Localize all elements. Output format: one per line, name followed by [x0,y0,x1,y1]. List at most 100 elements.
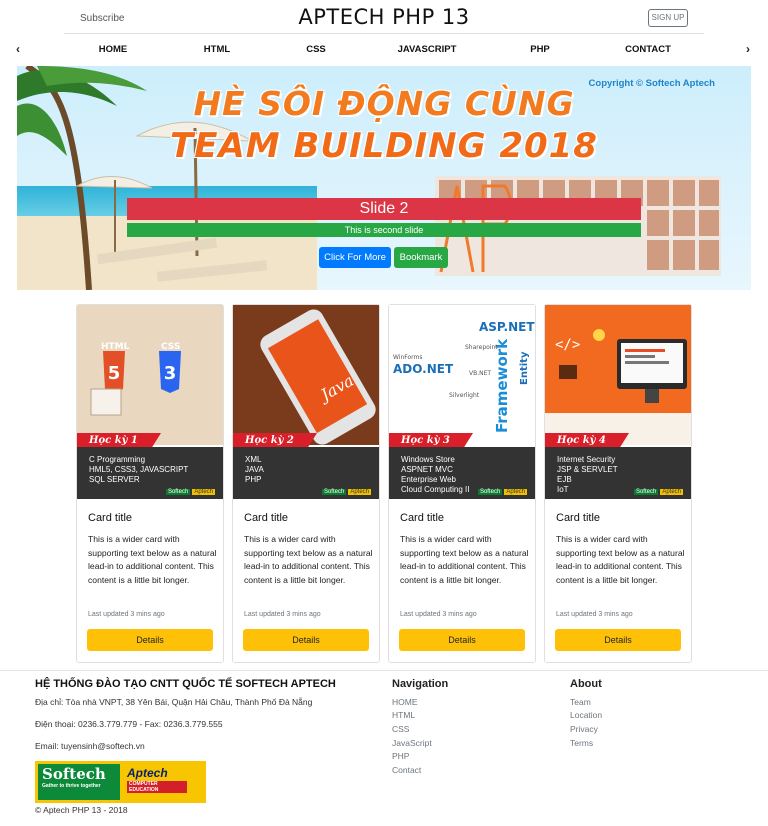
subject-item: Cloud Computing II [401,485,470,494]
footer-divider [0,670,768,671]
details-button[interactable]: Details [87,629,213,651]
java-phone-illustration: Java [233,305,379,445]
course-card-image: 5 3 HTML CSS Học kỳ 1 C Programming HML5… [77,305,223,499]
nav-scroll-right-icon[interactable]: › [746,42,750,56]
footer-link-css[interactable]: CSS [392,724,409,734]
subject-item: IoT [557,485,569,494]
nav-scroll-left-icon[interactable]: ‹ [16,42,20,56]
svg-text:Sharepoint: Sharepoint [465,344,498,351]
footer-link-team[interactable]: Team [570,697,591,707]
svg-text:VB.NET: VB.NET [469,370,491,377]
card-logos: Softech Aptech [477,489,527,495]
subjects-panel: XML JAVA PHP Softech Aptech [233,447,379,499]
nav-item-javascript[interactable]: JAVASCRIPT [398,44,457,55]
course-card-image: ASP.NET ADO.NET Framework Entity WinForm… [389,305,535,499]
subject-item: Internet Security [557,455,616,464]
footer-address: Địa chỉ: Tòa nhà VNPT, 38 Yên Bái, Quận … [35,697,313,707]
subject-item: JAVA [245,465,264,474]
course-card-1: 5 3 HTML CSS Học kỳ 1 C Programming HML5… [76,304,224,663]
hero-carousel[interactable]: Copyright © Softech Aptech HÈ SÔI ĐỘNG C… [17,66,751,290]
svg-text:5: 5 [108,363,121,384]
softech-aptech-logo: Softech Gather to thrive together Aptech C… [35,761,206,803]
subjects-panel: Windows Store ASPNET MVC Enterprise Web … [389,447,535,499]
bookmark-button[interactable]: Bookmark [394,247,448,268]
footer-navigation-title: Navigation [392,678,449,690]
card-text: This is a wider card with supporting tex… [88,534,217,585]
footer-link-contact[interactable]: Contact [392,765,421,775]
nav-item-php[interactable]: PHP [530,44,550,55]
subject-item: JSP & SERVLET [557,465,618,474]
html-css-illustration: 5 3 HTML CSS [77,305,223,445]
subject-item: XML [245,455,262,464]
footer-link-html[interactable]: HTML [392,710,415,720]
details-button[interactable]: Details [555,629,681,651]
card-updated: Last updated 3 mins ago [88,611,165,618]
top-header: Subscribe APTECH PHP 13 SIGN UP [64,0,704,34]
svg-text:3: 3 [164,363,177,384]
svg-text:ADO.NET: ADO.NET [393,362,454,376]
card-logos: Softech Aptech [321,489,371,495]
footer-link-terms[interactable]: Terms [570,738,593,748]
nav-item-html[interactable]: HTML [204,44,230,55]
card-title: Card title [88,512,133,524]
details-button[interactable]: Details [399,629,525,651]
card-title: Card title [244,512,289,524]
subject-item: ASPNET MVC [401,465,453,474]
nav-item-contact[interactable]: CONTACT [625,44,671,55]
card-title: Card title [400,512,445,524]
subject-item: C Programming [89,455,146,464]
svg-text:Entity: Entity [519,351,530,385]
course-card-2: Java Học kỳ 2 XML JAVA PHP Softech Aptech… [232,304,380,663]
dotnet-wordcloud-illustration: ASP.NET ADO.NET Framework Entity WinForm… [389,305,535,445]
footer-copyright: © Aptech PHP 13 - 2018 [35,805,128,815]
card-updated: Last updated 3 mins ago [400,611,477,618]
card-updated: Last updated 3 mins ago [556,611,633,618]
footer-about-title: About [570,678,602,690]
hero-title-line-1: HÈ SÔI ĐỘNG CÙNG [193,84,575,123]
subject-item: Enterprise Web [401,475,456,484]
subjects-panel: Internet Security JSP & SERVLET EJB IoT … [545,447,691,499]
subject-item: SQL SERVER [89,475,140,484]
code-glyph: </> [555,337,580,353]
svg-text:Framework: Framework [493,338,511,433]
subject-item: HML5, CSS3, JAVASCRIPT [89,465,189,474]
sign-up-button[interactable]: SIGN UP [648,9,688,27]
svg-text:WinForms: WinForms [393,354,423,361]
footer-link-privacy[interactable]: Privacy [570,724,598,734]
subject-item: PHP [245,475,262,484]
footer-phone: Điện thoại: 0236.3.779.779 - Fax: 0236.3… [35,719,223,729]
course-card-3: ASP.NET ADO.NET Framework Entity WinForm… [388,304,536,663]
card-updated: Last updated 3 mins ago [244,611,321,618]
slide-caption-title: Slide 2 [127,198,641,220]
card-logos: Softech Aptech [633,489,683,495]
card-logos: Softech Aptech [165,489,215,495]
footer-email: Email: tuyensinh@softech.vn [35,741,145,751]
footer-link-home[interactable]: HOME [392,697,418,707]
svg-text:ASP.NET: ASP.NET [479,320,535,334]
nav-item-css[interactable]: CSS [306,44,326,55]
course-card-image: </> Học kỳ 4 Internet Security JSP & SER… [545,305,691,499]
nav-item-home[interactable]: HOME [99,44,128,55]
footer-heading: HỆ THỐNG ĐÀO TẠO CNTT QUỐC TẾ SOFTECH AP… [35,678,336,690]
course-card-4: </> Học kỳ 4 Internet Security JSP & SER… [544,304,692,663]
subjects-panel: C Programming HML5, CSS3, JAVASCRIPT SQL… [77,447,223,499]
svg-text:Silverlight: Silverlight [449,392,480,399]
site-brand[interactable]: APTECH PHP 13 [64,5,704,29]
subject-item: Windows Store [401,455,455,464]
slide-caption-subtitle: This is second slide [127,223,641,237]
footer-link-location[interactable]: Location [570,710,602,720]
card-title: Card title [556,512,601,524]
card-text: This is a wider card with supporting tex… [244,534,373,585]
subject-item: EJB [557,475,572,484]
footer-link-php[interactable]: PHP [392,751,409,761]
hero-title-line-2: TEAM BUILDING 2018 [170,126,598,166]
card-text: This is a wider card with supporting tex… [556,534,685,585]
main-nav: ‹ HOME HTML CSS JAVASCRIPT PHP CONTACT › [0,40,768,60]
css-logo-label: CSS [161,342,180,352]
course-card-image: Java Học kỳ 2 XML JAVA PHP Softech Aptech [233,305,379,499]
details-button[interactable]: Details [243,629,369,651]
developer-desk-illustration: </> [545,305,691,445]
click-for-more-button[interactable]: Click For More [319,247,391,268]
html-logo-label: HTML [101,342,130,352]
footer-link-javascript[interactable]: JavaScript [392,738,432,748]
